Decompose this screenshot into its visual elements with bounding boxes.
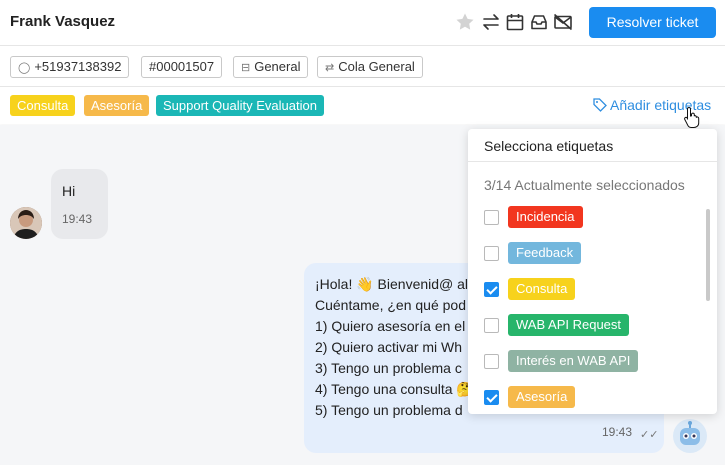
- tag-option-label: Interés en WAB API: [508, 350, 639, 372]
- inbox-chip[interactable]: ⊟ General: [233, 56, 309, 78]
- tags-row: Consulta Asesoría Support Quality Evalua…: [0, 88, 725, 124]
- star-icon[interactable]: [455, 12, 475, 32]
- message-line: 3) Tengo un problema c: [315, 360, 462, 376]
- message-line: 4) Tengo una consulta 🤔: [315, 381, 474, 397]
- tag-option-label: Feedback: [508, 242, 582, 264]
- calendar-icon[interactable]: [505, 12, 525, 32]
- dropdown-scrollbar[interactable]: [706, 209, 710, 301]
- tag-option-feedback[interactable]: Feedback: [484, 242, 704, 266]
- message-line: 2) Quiero activar mi Wh: [315, 339, 463, 355]
- selected-count: 3/14 Actualmente seleccionados: [484, 177, 685, 193]
- tag-option-label: Incidencia: [508, 206, 583, 228]
- inbox-name: General: [254, 59, 301, 74]
- archive-icon[interactable]: [529, 12, 549, 32]
- avatar: [10, 207, 42, 239]
- ticket-id-chip[interactable]: #00001507: [141, 56, 223, 78]
- tag-checkbox[interactable]: [484, 390, 499, 405]
- incoming-message: Hi 19:43: [51, 169, 108, 239]
- tag-icon: [593, 98, 607, 112]
- tag-checkbox[interactable]: [484, 282, 499, 297]
- transfer-icon[interactable]: [481, 12, 501, 32]
- message-text: Hi: [62, 183, 76, 199]
- tag-option-consulta[interactable]: Consulta: [484, 278, 704, 302]
- tag-checkbox[interactable]: [484, 246, 499, 261]
- mail-off-icon[interactable]: [553, 12, 573, 32]
- message-line: 1) Quiero asesoría en el: [315, 318, 466, 334]
- tag-checkbox[interactable]: [484, 354, 499, 369]
- whatsapp-icon: ◯: [18, 62, 31, 74]
- applied-tag[interactable]: Consulta: [10, 95, 76, 116]
- dropdown-title: Selecciona etiquetas: [484, 138, 614, 154]
- applied-tag[interactable]: Asesoría: [84, 95, 150, 116]
- hand-cursor-icon: [683, 106, 701, 128]
- tag-option-incidencia[interactable]: Incidencia: [484, 206, 704, 230]
- message-time: 19:43: [602, 425, 633, 439]
- ticket-id: #00001507: [149, 59, 215, 74]
- tag-checkbox[interactable]: [484, 318, 499, 333]
- tag-option-label: WAB API Request: [508, 314, 630, 336]
- queue-name: Cola General: [338, 59, 415, 74]
- message-line: 5) Tengo un problema d: [315, 402, 463, 418]
- message-line: Cuéntame, ¿en qué pod: [315, 297, 466, 313]
- ticket-header: Frank Vasquez Resolver ticket: [0, 0, 725, 46]
- phone-chip[interactable]: ◯ +51937138392: [10, 56, 130, 78]
- tag-option-label: Asesoría: [508, 386, 576, 408]
- phone-number: +51937138392: [34, 59, 122, 74]
- applied-tag[interactable]: Support Quality Evaluation: [156, 95, 324, 116]
- tag-selector-dropdown: Selecciona etiquetas 3/14 Actualmente se…: [468, 129, 717, 414]
- read-receipt-icon: ✓✓: [640, 429, 659, 441]
- tag-option-label: Consulta: [508, 278, 576, 300]
- inbox-icon: ⊟: [241, 62, 251, 74]
- tag-option-interes-wab-api[interactable]: Interés en WAB API: [484, 350, 704, 374]
- ticket-meta-row: ◯ +51937138392 #00001507 ⊟ General ⇄ Cola G…: [0, 47, 725, 87]
- tag-option-asesoria[interactable]: Asesoría: [484, 386, 704, 410]
- bot-avatar: [673, 419, 707, 453]
- tag-checkbox[interactable]: [484, 210, 499, 225]
- message-line: ¡Hola! 👋 Bienvenid@ al: [315, 276, 469, 292]
- divider: [468, 161, 717, 162]
- contact-name: Frank Vasquez: [10, 13, 116, 30]
- tag-option-wab-api-request[interactable]: WAB API Request: [484, 314, 704, 338]
- message-time: 19:43: [62, 212, 93, 226]
- resolve-ticket-button[interactable]: Resolver ticket: [589, 7, 716, 38]
- queue-transfer-icon: ⇄: [325, 62, 335, 74]
- queue-chip[interactable]: ⇄ Cola General: [317, 56, 423, 78]
